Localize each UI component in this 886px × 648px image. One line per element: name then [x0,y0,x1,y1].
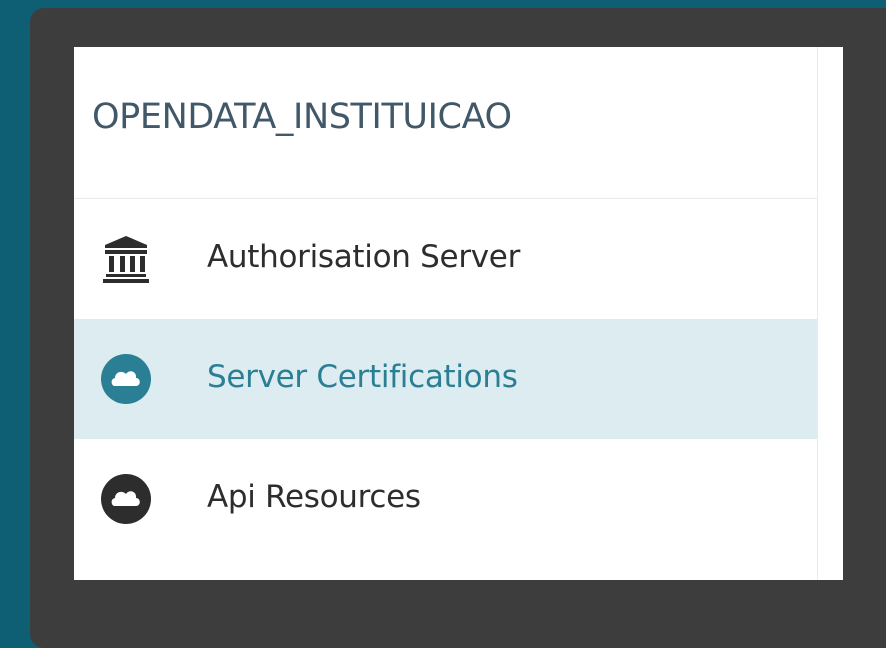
nav-label-server-certifications: Server Certifications [207,359,518,395]
organisation-header: OPENDATA_INSTITUICAO [74,47,817,199]
cloud-icon [100,353,152,405]
bank-icon [100,233,152,285]
cloud-icon [100,473,152,525]
nav-item-api-resources[interactable]: Api Resources [74,439,817,559]
panel-divider [817,47,818,580]
nav-label-authorisation-server: Authorisation Server [207,239,521,275]
nav-item-server-certifications[interactable]: Server Certifications [74,319,817,439]
nav-item-authorisation-server[interactable]: Authorisation Server [74,199,817,319]
organisation-menu-panel: OPENDATA_INSTITUICAO Authorisation Serve… [74,47,843,580]
nav-label-api-resources: Api Resources [207,479,421,515]
organisation-title: OPENDATA_INSTITUICAO [92,97,512,137]
